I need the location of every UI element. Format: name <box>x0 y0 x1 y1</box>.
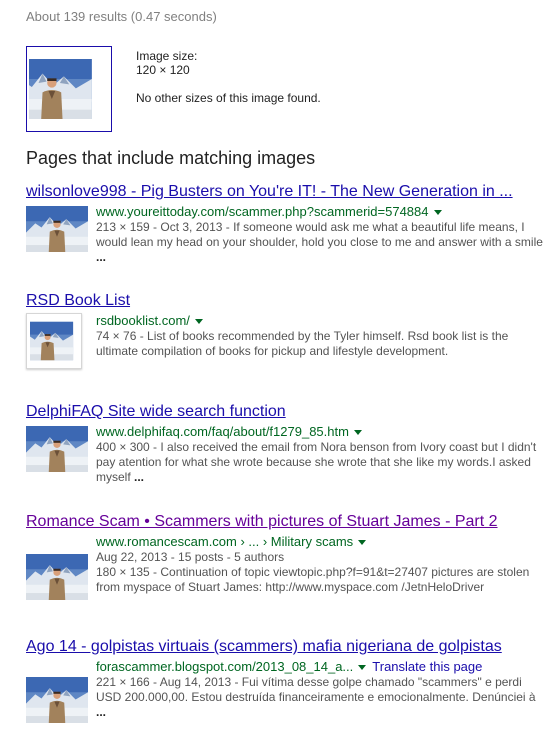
result-url-text: forascammer.blogspot.com/2013_08_14_a... <box>96 659 354 674</box>
result-snippet: 74 × 76 - List of books recommended by t… <box>96 329 509 358</box>
result-url: rsdbooklist.com/ <box>96 313 546 329</box>
search-result: Ago 14 - golpistas virtuais (scammers) m… <box>26 637 546 720</box>
query-image-picture <box>29 49 109 129</box>
result-url-text: www.delphifaq.com/faq/about/f1279_85.htm <box>96 424 349 439</box>
dropdown-arrow-icon[interactable] <box>433 210 442 216</box>
result-snippet: 180 × 135 - Continuation of topic viewto… <box>96 565 530 594</box>
search-result: DelphiFAQ Site wide search function www.… <box>26 402 546 485</box>
result-snippet: 213 × 159 - Oct 3, 2013 - If someone wou… <box>96 220 546 265</box>
result-thumbnail-picture <box>30 317 78 365</box>
result-thumbnail[interactable] <box>26 554 88 600</box>
result-thumbnail[interactable] <box>26 313 82 369</box>
snippet-ellipsis: ... <box>134 470 145 484</box>
result-url: forascammer.blogspot.com/2013_08_14_a...… <box>96 659 546 675</box>
result-url: www.delphifaq.com/faq/about/f1279_85.htm <box>96 424 546 440</box>
dropdown-arrow-icon[interactable] <box>358 665 367 671</box>
result-snippet: 221 × 166 - Aug 14, 2013 - Fui vítima de… <box>96 675 546 720</box>
search-result: wilsonlove998 - Pig Busters on You're IT… <box>26 182 546 265</box>
result-snippet: 400 × 300 - I also received the email fr… <box>96 440 546 485</box>
snippet-text: 400 × 300 - I also received the email fr… <box>96 440 537 484</box>
section-heading: Pages that include matching images <box>26 148 316 168</box>
result-title-link[interactable]: RSD Book List <box>26 291 546 311</box>
result-url-text: rsdbooklist.com/ <box>96 313 190 328</box>
result-url: www.youreittoday.com/scammer.php?scammer… <box>96 204 546 220</box>
image-size-label: Image size: <box>136 49 198 63</box>
snippet-text: 221 × 166 - Aug 14, 2013 - Fui vítima de… <box>96 675 536 704</box>
result-title-link[interactable]: Romance Scam • Scammers with pictures of… <box>26 512 546 532</box>
result-thumbnail[interactable] <box>26 677 88 723</box>
snippet-text: 213 × 159 - Oct 3, 2013 - If someone wou… <box>96 220 543 249</box>
dropdown-arrow-icon[interactable] <box>353 430 362 436</box>
translate-link[interactable]: Translate this page <box>372 659 482 674</box>
result-url-text: www.romancescam.com › ... › Military sca… <box>96 534 354 549</box>
image-size-value: 120 × 120 <box>136 63 190 77</box>
result-url-text: www.youreittoday.com/scammer.php?scammer… <box>96 204 429 219</box>
result-thumbnail[interactable] <box>26 426 88 472</box>
result-title-link[interactable]: Ago 14 - golpistas virtuais (scammers) m… <box>26 637 546 657</box>
snippet-ellipsis: ... <box>96 705 107 719</box>
search-result: RSD Book List rsdbooklist.com/ 74 × 76 -… <box>26 291 546 369</box>
result-url: www.romancescam.com › ... › Military sca… <box>96 534 546 550</box>
result-thumbnail[interactable] <box>26 206 88 252</box>
image-sizes-note: No other sizes of this image found. <box>136 91 321 105</box>
result-stats: About 139 results (0.47 seconds) <box>26 9 217 24</box>
snippet-ellipsis: ... <box>96 250 107 264</box>
query-image[interactable] <box>26 46 112 132</box>
result-title-link[interactable]: wilsonlove998 - Pig Busters on You're IT… <box>26 182 546 202</box>
search-result: Romance Scam • Scammers with pictures of… <box>26 512 546 595</box>
dropdown-arrow-icon[interactable] <box>358 540 367 546</box>
dropdown-arrow-icon[interactable] <box>194 319 203 325</box>
result-meta: Aug 22, 2013 - 15 posts - 5 authors <box>96 550 285 564</box>
result-title-link[interactable]: DelphiFAQ Site wide search function <box>26 402 546 422</box>
image-info: Image size: 120 × 120 No other sizes of … <box>136 49 376 105</box>
